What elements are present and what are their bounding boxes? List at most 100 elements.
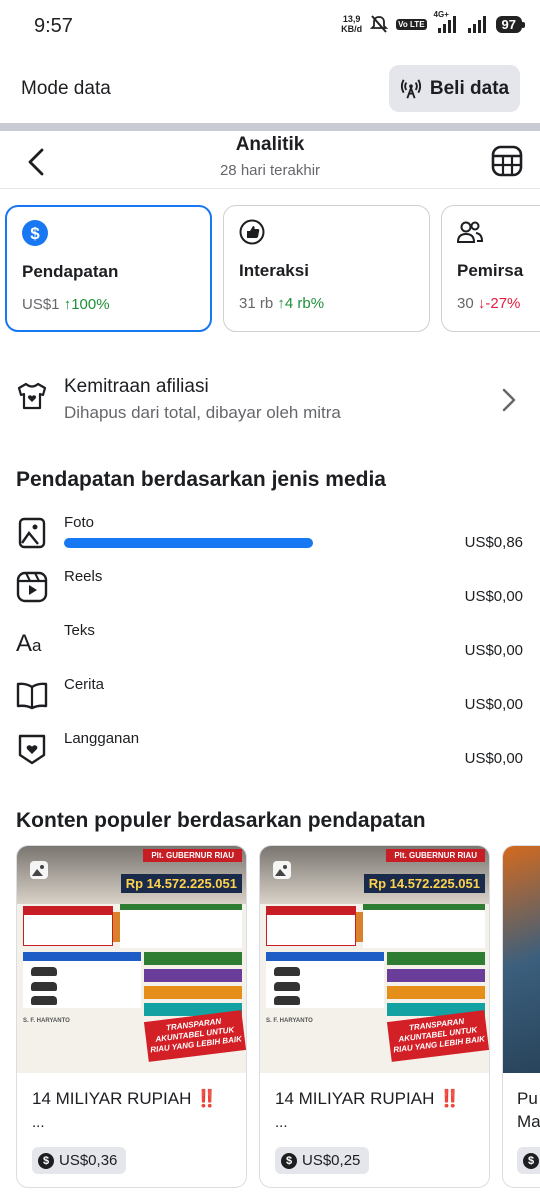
car-graphic — [31, 982, 57, 991]
network-speed: 13,9 KB/d — [341, 14, 362, 34]
antenna-icon — [400, 78, 421, 98]
heart-badge-icon — [18, 734, 46, 765]
content-title: 14 MILIYAR RUPIAH ‼️ — [32, 1089, 218, 1108]
tshirt-heart-icon — [17, 382, 47, 410]
signal-icon-1: 4G+ — [434, 10, 460, 34]
book-icon — [16, 682, 48, 710]
svg-text:$: $ — [30, 224, 40, 243]
dollar-coin-icon: $ — [281, 1152, 297, 1169]
car-graphic — [31, 996, 57, 1005]
content-thumbnail: Plt. GUBERNUR RIAU Rp 14.572.225.051 S. … — [260, 846, 489, 1073]
infographic-banner: Plt. GUBERNUR RIAU — [386, 849, 485, 862]
infographic-stamp: TRANSPARAN AKUNTABEL UNTUK RIAU YANG LEB… — [386, 1010, 489, 1062]
infographic-banner: Plt. GUBERNUR RIAU — [143, 849, 242, 862]
status-icons: 13,9 KB/d Vo LTE 4G+ 97 — [341, 10, 526, 34]
media-row-teks: A a Teks US$0,00 — [0, 622, 540, 679]
infographic-total: Rp 14.572.225.051 — [120, 874, 242, 893]
metric-amount: 31 rb — [239, 295, 274, 312]
metric-card-interaksi[interactable]: Interaksi 31 rb ↑4 rb% — [223, 205, 430, 332]
content-card[interactable]: Pu Ma $ — [502, 845, 540, 1188]
metric-name: Pendapatan — [22, 262, 119, 281]
content-title: 14 MILIYAR RUPIAH ‼️ — [275, 1089, 461, 1108]
data-mode-bar: Mode data Beli data — [0, 56, 540, 123]
content-title-line2: Ma — [517, 1112, 540, 1131]
content-card[interactable]: Plt. GUBERNUR RIAU Rp 14.572.225.051 S. … — [259, 845, 490, 1188]
earnings-badge: $ US$0,25 — [275, 1147, 370, 1174]
metric-cards: $ Pendapatan US$1 ↑100% Interaksi 31 rb … — [5, 205, 540, 332]
content-card[interactable]: Plt. GUBERNUR RIAU Rp 14.572.225.051 S. … — [16, 845, 247, 1188]
dollar-coin-icon: $ — [38, 1152, 54, 1169]
infographic-bar — [387, 952, 485, 965]
metric-value: 30 ↓-27% — [457, 295, 520, 312]
data-mode-label: Mode data — [21, 78, 111, 99]
content-thumbnail: Plt. GUBERNUR RIAU Rp 14.572.225.051 S. … — [17, 846, 246, 1073]
reels-icon — [16, 571, 48, 603]
metric-name: Pemirsa — [457, 261, 524, 280]
image-type-icon — [273, 861, 291, 879]
content-thumbnail — [503, 846, 540, 1073]
signal-icon-2 — [467, 16, 486, 33]
content-ellipsis: ... — [275, 1114, 288, 1131]
media-row-langganan: Langganan US$0,00 — [0, 730, 540, 787]
network-speed-value: 13,9 — [342, 14, 361, 24]
media-bar — [64, 538, 313, 548]
status-bar: 9:57 13,9 KB/d Vo LTE 4G+ 97 — [0, 0, 540, 56]
metric-card-pendapatan[interactable]: $ Pendapatan US$1 ↑100% — [5, 205, 212, 332]
infographic-personal-box — [266, 906, 356, 946]
popular-section-title: Konten populer berdasarkan pendapatan — [16, 809, 426, 832]
infographic-bar — [387, 986, 485, 999]
infographic-bar — [144, 986, 242, 999]
infographic-bar — [387, 969, 485, 982]
metric-change: -27% — [485, 295, 521, 312]
metric-name: Interaksi — [239, 261, 309, 280]
media-value: US$0,00 — [464, 642, 523, 659]
network-speed-unit: KB/d — [341, 24, 363, 34]
metric-amount: 30 — [457, 295, 474, 312]
car-graphic — [31, 967, 57, 976]
trend-up-icon: ↑ — [277, 295, 285, 312]
people-icon — [456, 221, 484, 243]
metric-card-pemirsa[interactable]: Pemirsa 30 ↓-27% — [441, 205, 540, 332]
media-label: Langganan — [64, 730, 140, 747]
metric-value: US$1 ↑100% — [22, 296, 110, 313]
photo-icon — [18, 517, 46, 549]
media-label: Reels — [64, 568, 103, 585]
popular-content-carousel: Plt. GUBERNUR RIAU Rp 14.572.225.051 S. … — [16, 845, 540, 1190]
thumb-up-icon — [239, 219, 265, 245]
metric-amount: US$1 — [22, 296, 60, 313]
infographic-land-box — [120, 904, 242, 948]
media-value: US$0,00 — [464, 750, 523, 767]
infographic-stamp: TRANSPARAN AKUNTABEL UNTUK RIAU YANG LEB… — [143, 1010, 246, 1062]
content-ellipsis: ... — [32, 1114, 45, 1131]
media-label: Foto — [64, 514, 95, 531]
infographic-total: Rp 14.572.225.051 — [363, 874, 485, 893]
affiliate-subtitle: Dihapus dari total, dibayar oleh mitra — [64, 403, 341, 422]
image-type-icon — [30, 861, 48, 879]
infographic-name: S. F. HARYANTO — [266, 1018, 313, 1024]
metric-change: 4 rb% — [284, 295, 325, 312]
divider-strip — [0, 123, 540, 131]
infographic-vehicle-box — [23, 952, 141, 1008]
infographic-vehicle-box — [266, 952, 384, 1008]
car-graphic — [274, 996, 300, 1005]
content-title: Pu — [517, 1089, 538, 1108]
earnings-value: US$0,25 — [302, 1152, 361, 1169]
svg-text:a: a — [32, 636, 42, 655]
infographic-name: S. F. HARYANTO — [23, 1018, 70, 1024]
infographic-land-box — [363, 904, 485, 948]
analytics-header: Analitik 28 hari terakhir — [0, 131, 540, 189]
infographic-bar — [144, 952, 242, 965]
table-view-icon[interactable] — [490, 144, 524, 178]
media-value: US$0,00 — [464, 696, 523, 713]
buy-data-button[interactable]: Beli data — [389, 65, 520, 112]
media-label: Cerita — [64, 676, 105, 693]
metric-value: 31 rb ↑4 rb% — [239, 295, 324, 312]
media-value: US$0,86 — [464, 534, 523, 551]
car-graphic — [274, 967, 300, 976]
page-subtitle: 28 hari terakhir — [219, 162, 321, 179]
affiliate-row[interactable]: Kemitraan afiliasi Dihapus dari total, d… — [0, 362, 540, 432]
volte-badge: Vo LTE — [396, 18, 427, 30]
page-title: Analitik — [235, 134, 305, 155]
earnings-badge: $ US$0,36 — [32, 1147, 127, 1174]
buy-data-label: Beli data — [429, 77, 510, 99]
